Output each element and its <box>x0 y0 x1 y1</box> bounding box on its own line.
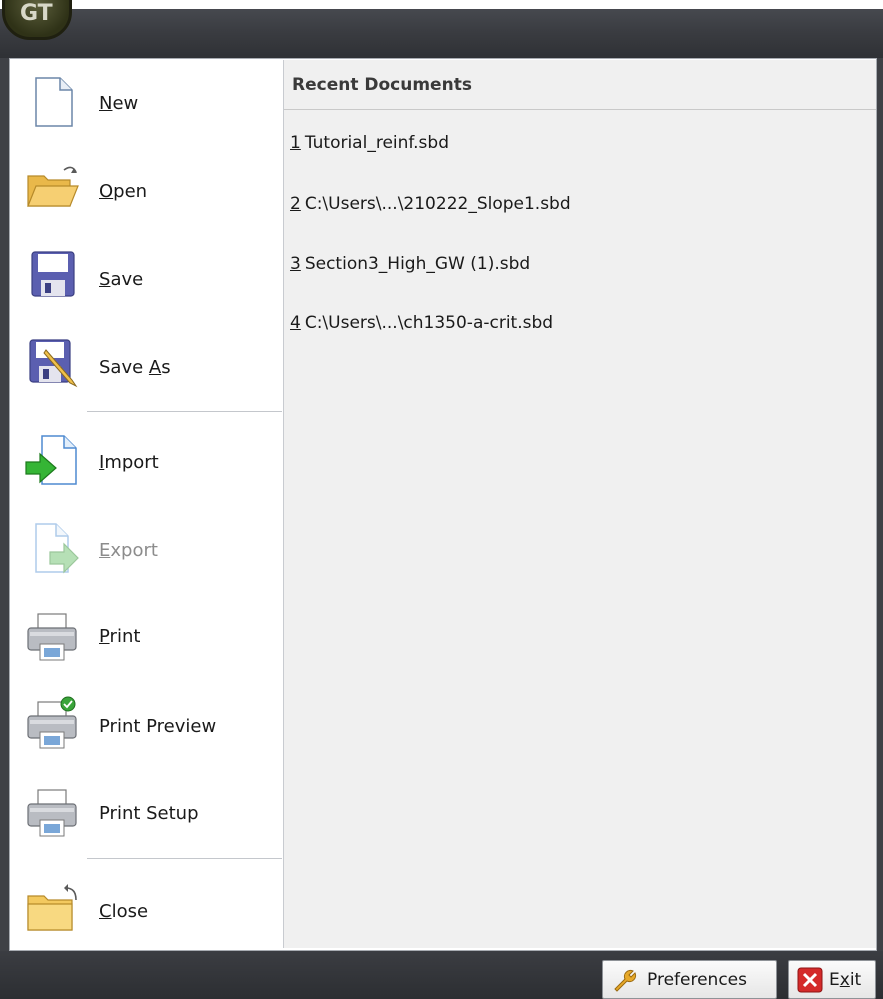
menu-label-save: Save <box>99 269 144 290</box>
recent-item-name: C:\Users\...\210222_Slope1.sbd <box>304 194 571 214</box>
menu-item-print-preview[interactable]: Print Preview <box>14 682 282 766</box>
export-arrow-icon <box>35 523 79 574</box>
menu-item-print[interactable]: Print <box>14 594 282 678</box>
menu-label-print: Print <box>99 626 141 647</box>
preferences-label: Preferences <box>647 970 747 990</box>
recent-item-name: Tutorial_reinf.sbd <box>304 133 449 153</box>
recent-document-item[interactable]: 3 Section3_High_GW (1).sbd <box>290 254 850 282</box>
menu-item-import[interactable]: Import <box>14 418 282 502</box>
printer-check-icon <box>27 696 77 749</box>
recent-item-number: 3 <box>290 254 301 274</box>
menu-item-save-as[interactable]: Save As <box>14 320 282 404</box>
recent-documents-panel: Recent Documents 1 Tutorial_reinf.sbd 2 C:… <box>284 60 876 948</box>
recent-item-name: C:\Users\...\ch1350-a-crit.sbd <box>304 313 554 333</box>
menu-label-export: Export <box>99 540 158 561</box>
recent-document-item[interactable]: 4 C:\Users\...\ch1350-a-crit.sbd <box>290 313 850 341</box>
preferences-button[interactable]: Preferences <box>602 960 777 999</box>
close-folder-icon <box>27 884 77 931</box>
menu-item-export[interactable]: Export <box>14 506 282 590</box>
floppy-pencil-icon <box>29 339 78 388</box>
top-edge <box>0 0 883 9</box>
recent-document-item[interactable]: 1 Tutorial_reinf.sbd <box>290 133 850 161</box>
menu-label-import: Import <box>99 452 159 473</box>
menu-item-print-setup[interactable]: Print Setup <box>14 770 282 854</box>
close-icon <box>797 967 823 993</box>
menu-label-print-setup: Print Setup <box>99 803 199 824</box>
recent-item-name: Section3_High_GW (1).sbd <box>304 254 531 274</box>
menu-label-save-as: Save As <box>99 357 171 378</box>
new-document-icon <box>35 77 73 127</box>
menu-label-close: Close <box>99 901 149 922</box>
menu-item-open[interactable]: Open <box>14 146 282 230</box>
menu-label-print-preview: Print Preview <box>99 716 217 737</box>
menu-separator <box>87 411 282 412</box>
recent-item-number: 2 <box>290 194 301 214</box>
printer-icon <box>27 613 77 661</box>
wrench-icon <box>614 969 637 992</box>
import-arrow-icon <box>25 435 77 485</box>
frame-left <box>0 58 9 951</box>
open-folder-icon <box>27 166 79 207</box>
printer-setup-icon <box>27 789 77 837</box>
floppy-disk-icon <box>31 251 75 297</box>
menu-item-close[interactable]: Close <box>14 866 282 950</box>
recent-item-number: 1 <box>290 133 301 153</box>
recent-item-number: 4 <box>290 313 301 333</box>
menu-label-open: Open <box>99 181 148 202</box>
menu-separator <box>87 858 282 859</box>
exit-label: Exit <box>829 970 862 990</box>
recent-documents-title: Recent Documents <box>292 75 472 95</box>
menu-item-save[interactable]: Save <box>14 232 282 316</box>
app-logo-text: GT <box>20 1 53 26</box>
recent-document-item[interactable]: 2 C:\Users\...\210222_Slope1.sbd <box>290 194 850 222</box>
exit-button[interactable]: Exit <box>788 960 876 999</box>
menu-item-new[interactable]: New <box>14 60 282 144</box>
recent-documents-header: Recent Documents <box>284 60 876 110</box>
menu-label-new: New <box>99 93 139 114</box>
frame-right <box>877 58 883 951</box>
